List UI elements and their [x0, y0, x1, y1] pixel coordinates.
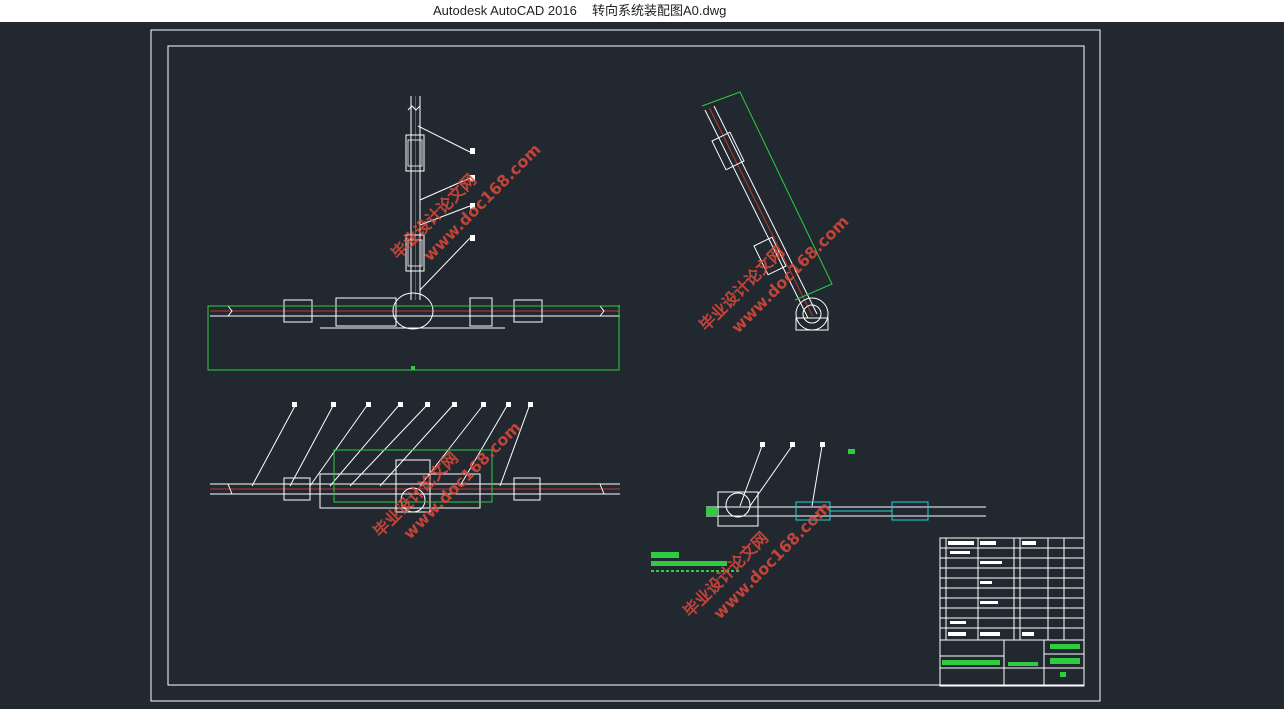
outer-frame — [150, 29, 1101, 702]
watermarks: 毕业设计论文网 www.doc168.com 毕业设计论文网 www.doc16… — [369, 140, 852, 623]
title-block-green — [942, 644, 1080, 677]
section-view — [706, 445, 986, 527]
inner-frame — [167, 45, 1085, 686]
front-view — [210, 96, 620, 330]
cad-drawing: 毕业设计论文网 www.doc168.com 毕业设计论文网 www.doc16… — [150, 29, 1101, 702]
title-bar: Autodesk AutoCAD 2016 转向系统装配图A0.dwg — [0, 0, 1284, 22]
drawing-canvas[interactable]: 毕业设计论文网 www.doc168.com 毕业设计论文网 www.doc16… — [0, 22, 1284, 709]
document-title: 转向系统装配图A0.dwg — [592, 3, 727, 18]
app-title: Autodesk AutoCAD 2016 — [433, 3, 577, 18]
